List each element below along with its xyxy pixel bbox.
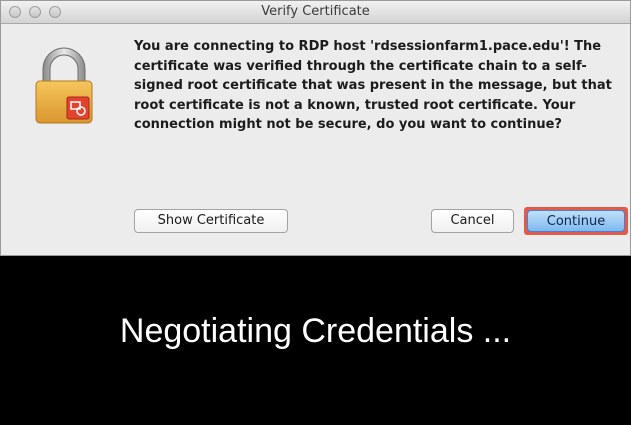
continue-button-label[interactable]: Continue [527, 210, 625, 232]
continue-button[interactable]: Continue [524, 207, 628, 235]
remote-desktop-screen: Negotiating Credentials ... [0, 256, 631, 425]
negotiating-status-text: Negotiating Credentials ... [119, 312, 512, 350]
message-line: root certificate is not a known, trusted… [134, 97, 576, 113]
verify-certificate-window: Verify Certificate You are connecting to… [0, 0, 631, 256]
message-line: certificate was verified through the cer… [134, 58, 587, 74]
message-line: connection might not be secure, do you w… [134, 117, 562, 133]
certificate-warning-message: You are connecting to RDP host 'rdsessio… [134, 37, 614, 135]
lock-certificate-icon [35, 47, 93, 124]
message-line: You are connecting to RDP host 'rdsessio… [134, 39, 602, 54]
window-title: Verify Certificate [261, 4, 370, 19]
show-certificate-button[interactable]: Show Certificate [134, 209, 288, 233]
message-line: signed root certificate that was present… [134, 78, 612, 94]
title-bar[interactable]: Verify Certificate [1, 1, 630, 24]
cancel-button[interactable]: Cancel [431, 209, 514, 233]
